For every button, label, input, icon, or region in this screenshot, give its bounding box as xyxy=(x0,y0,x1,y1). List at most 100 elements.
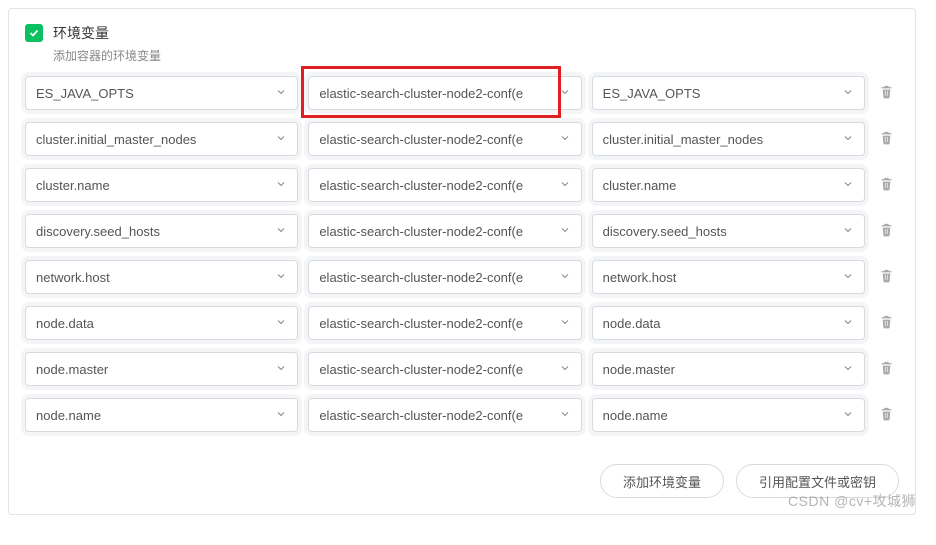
trash-icon xyxy=(879,222,894,240)
env-source-select[interactable]: elastic-search-cluster-node2-conf(e xyxy=(308,76,581,110)
env-source-select[interactable]: elastic-search-cluster-node2-conf(e xyxy=(308,352,581,386)
env-source-select[interactable]: elastic-search-cluster-node2-conf(e xyxy=(308,260,581,294)
env-key-select[interactable]: node.master xyxy=(25,352,298,386)
env-value-select[interactable]: cluster.name xyxy=(592,168,865,202)
chevron-down-icon xyxy=(275,224,287,239)
env-value-select[interactable]: node.master xyxy=(592,352,865,386)
env-source-select[interactable]: elastic-search-cluster-node2-conf(e xyxy=(308,398,581,432)
check-icon xyxy=(25,24,43,42)
env-key-select[interactable]: cluster.initial_master_nodes xyxy=(25,122,298,156)
trash-icon xyxy=(879,360,894,378)
env-key-select-text: network.host xyxy=(36,270,275,285)
env-row: discovery.seed_hosts elastic-search-clust… xyxy=(25,214,899,248)
env-row: cluster.initial_master_nodes elastic-sear… xyxy=(25,122,899,156)
env-value-select-text: node.master xyxy=(603,362,842,377)
env-source-select-text: elastic-search-cluster-node2-conf(e xyxy=(319,86,558,101)
chevron-down-icon xyxy=(842,408,854,423)
panel-subtitle: 添加容器的环境变量 xyxy=(53,47,161,64)
env-key-select-text: node.name xyxy=(36,408,275,423)
env-value-select-text: cluster.name xyxy=(603,178,842,193)
env-value-select-text: node.data xyxy=(603,316,842,331)
import-config-button[interactable]: 引用配置文件或密钥 xyxy=(736,464,899,498)
env-source-select[interactable]: elastic-search-cluster-node2-conf(e xyxy=(308,122,581,156)
env-key-select-text: ES_JAVA_OPTS xyxy=(36,86,275,101)
chevron-down-icon xyxy=(275,270,287,285)
env-key-select-text: node.master xyxy=(36,362,275,377)
env-key-select[interactable]: discovery.seed_hosts xyxy=(25,214,298,248)
env-source-select-text: elastic-search-cluster-node2-conf(e xyxy=(319,270,558,285)
chevron-down-icon xyxy=(275,316,287,331)
env-row: ES_JAVA_OPTS elastic-search-cluster-node2… xyxy=(25,76,899,110)
chevron-down-icon xyxy=(842,270,854,285)
chevron-down-icon xyxy=(275,362,287,377)
env-value-select[interactable]: ES_JAVA_OPTS xyxy=(592,76,865,110)
env-value-select-text: cluster.initial_master_nodes xyxy=(603,132,842,147)
chevron-down-icon xyxy=(842,362,854,377)
env-source-select-text: elastic-search-cluster-node2-conf(e xyxy=(319,224,558,239)
chevron-down-icon xyxy=(559,178,571,193)
env-key-select-text: discovery.seed_hosts xyxy=(36,224,275,239)
env-value-select-text: ES_JAVA_OPTS xyxy=(603,86,842,101)
import-config-label: 引用配置文件或密钥 xyxy=(759,472,876,491)
chevron-down-icon xyxy=(842,316,854,331)
chevron-down-icon xyxy=(559,270,571,285)
add-env-label: 添加环境变量 xyxy=(623,472,701,491)
chevron-down-icon xyxy=(559,132,571,147)
chevron-down-icon xyxy=(842,132,854,147)
trash-icon xyxy=(879,176,894,194)
chevron-down-icon xyxy=(559,224,571,239)
add-env-button[interactable]: 添加环境变量 xyxy=(600,464,724,498)
env-rows: ES_JAVA_OPTS elastic-search-cluster-node2… xyxy=(9,76,915,456)
chevron-down-icon xyxy=(275,408,287,423)
delete-row-button[interactable] xyxy=(875,314,899,332)
env-row: node.data elastic-search-cluster-node2-co… xyxy=(25,306,899,340)
env-value-select-text: network.host xyxy=(603,270,842,285)
env-source-select-text: elastic-search-cluster-node2-conf(e xyxy=(319,178,558,193)
chevron-down-icon xyxy=(275,178,287,193)
env-key-select[interactable]: node.name xyxy=(25,398,298,432)
env-value-select[interactable]: network.host xyxy=(592,260,865,294)
env-key-select[interactable]: cluster.name xyxy=(25,168,298,202)
env-key-select[interactable]: network.host xyxy=(25,260,298,294)
env-key-select-text: cluster.initial_master_nodes xyxy=(36,132,275,147)
delete-row-button[interactable] xyxy=(875,406,899,424)
trash-icon xyxy=(879,314,894,332)
trash-icon xyxy=(879,406,894,424)
delete-row-button[interactable] xyxy=(875,222,899,240)
chevron-down-icon xyxy=(559,408,571,423)
env-source-select[interactable]: elastic-search-cluster-node2-conf(e xyxy=(308,168,581,202)
delete-row-button[interactable] xyxy=(875,84,899,102)
chevron-down-icon xyxy=(559,362,571,377)
env-value-select[interactable]: node.data xyxy=(592,306,865,340)
env-row: network.host elastic-search-cluster-node2… xyxy=(25,260,899,294)
env-source-select[interactable]: elastic-search-cluster-node2-conf(e xyxy=(308,306,581,340)
env-value-select[interactable]: node.name xyxy=(592,398,865,432)
env-source-select-text: elastic-search-cluster-node2-conf(e xyxy=(319,362,558,377)
env-value-select[interactable]: cluster.initial_master_nodes xyxy=(592,122,865,156)
delete-row-button[interactable] xyxy=(875,360,899,378)
env-var-panel: 环境变量 添加容器的环境变量 ES_JAVA_OPTS elastic-searc… xyxy=(8,8,916,515)
trash-icon xyxy=(879,268,894,286)
env-row: node.name elastic-search-cluster-node2-co… xyxy=(25,398,899,432)
chevron-down-icon xyxy=(842,224,854,239)
chevron-down-icon xyxy=(842,178,854,193)
trash-icon xyxy=(879,130,894,148)
env-value-select-text: discovery.seed_hosts xyxy=(603,224,842,239)
env-source-select-text: elastic-search-cluster-node2-conf(e xyxy=(319,132,558,147)
env-key-select-text: cluster.name xyxy=(36,178,275,193)
delete-row-button[interactable] xyxy=(875,130,899,148)
env-source-select-text: elastic-search-cluster-node2-conf(e xyxy=(319,316,558,331)
env-value-select-text: node.name xyxy=(603,408,842,423)
panel-header: 环境变量 添加容器的环境变量 xyxy=(9,9,915,76)
chevron-down-icon xyxy=(559,86,571,101)
env-value-select[interactable]: discovery.seed_hosts xyxy=(592,214,865,248)
env-source-select[interactable]: elastic-search-cluster-node2-conf(e xyxy=(308,214,581,248)
env-key-select[interactable]: node.data xyxy=(25,306,298,340)
env-key-select[interactable]: ES_JAVA_OPTS xyxy=(25,76,298,110)
env-row: node.master elastic-search-cluster-node2-… xyxy=(25,352,899,386)
chevron-down-icon xyxy=(275,86,287,101)
env-key-select-text: node.data xyxy=(36,316,275,331)
delete-row-button[interactable] xyxy=(875,268,899,286)
chevron-down-icon xyxy=(559,316,571,331)
delete-row-button[interactable] xyxy=(875,176,899,194)
